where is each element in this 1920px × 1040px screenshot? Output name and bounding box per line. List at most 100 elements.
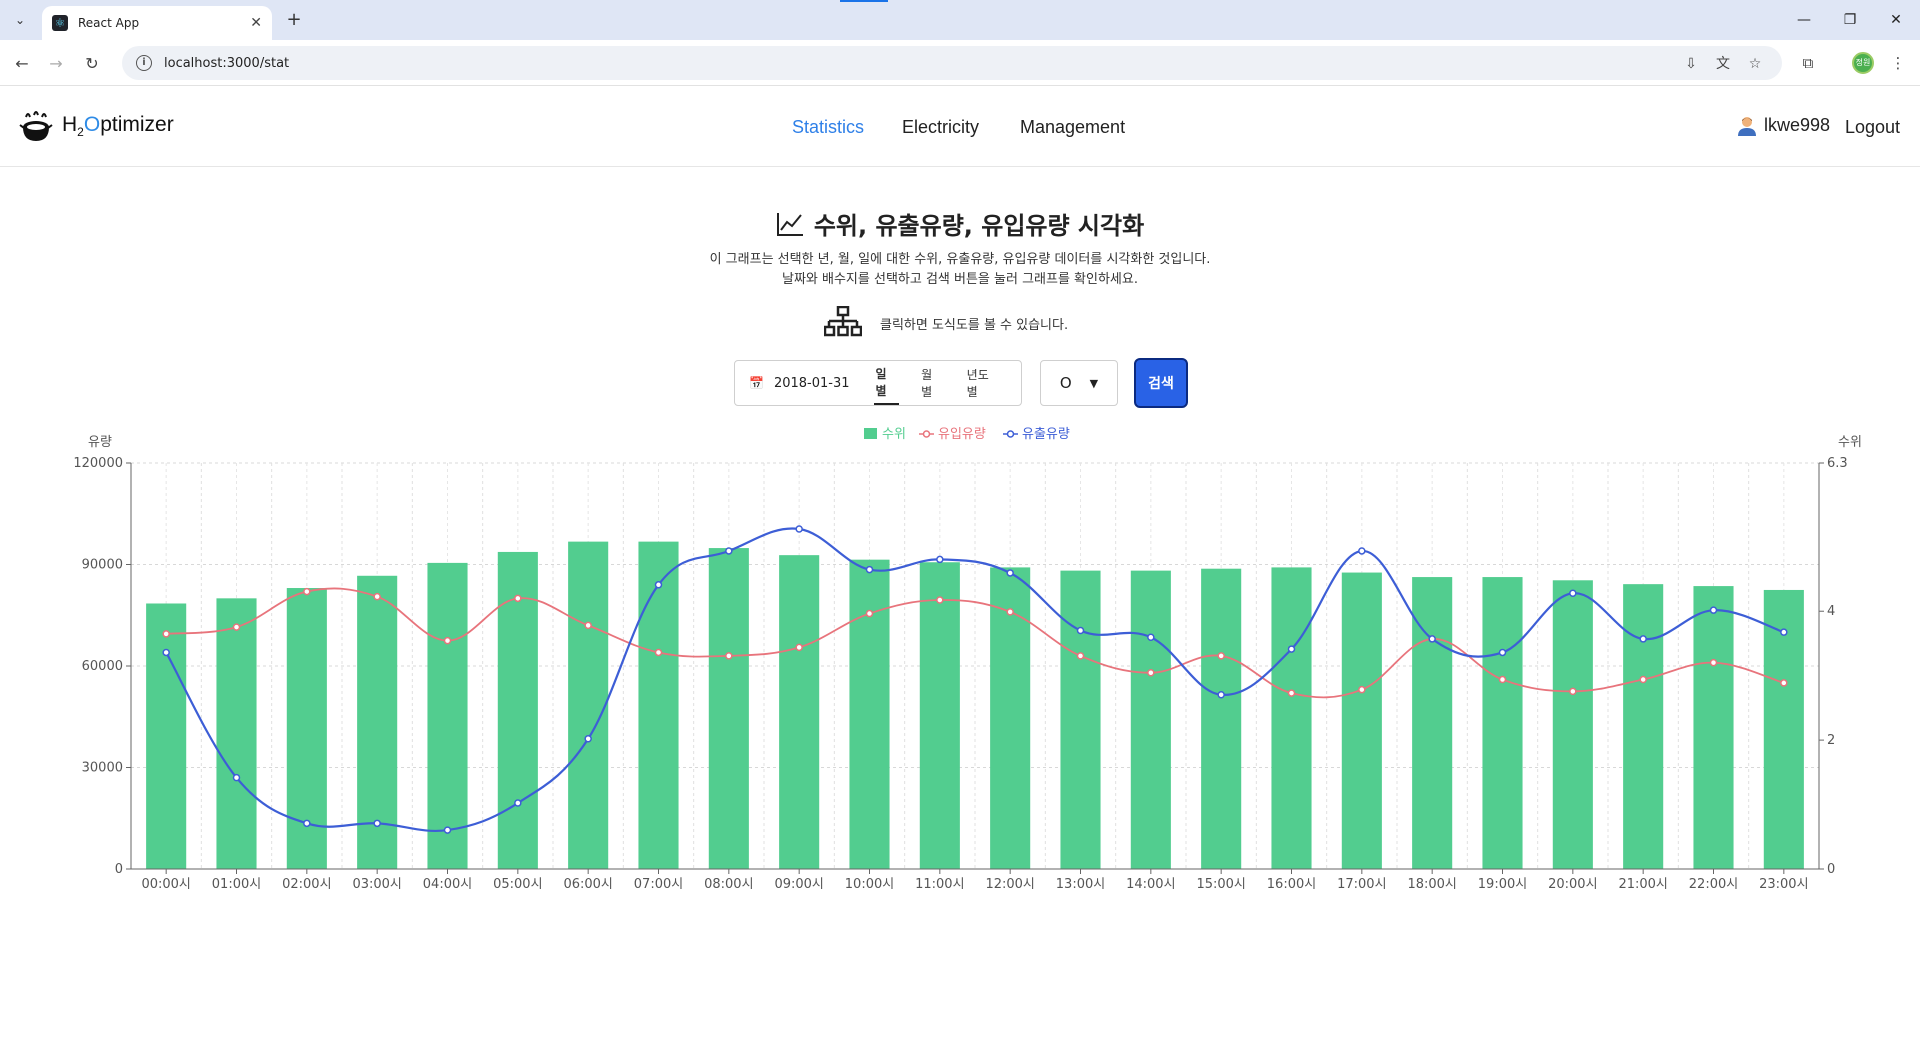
flow-level-chart: 0 30000 60000 90000 120000 0 2 4 6.3 00:00시 01:00시… (73, 427, 1862, 892)
level-bar (1060, 570, 1101, 869)
new-tab-icon[interactable]: + (282, 8, 306, 32)
minimize-icon[interactable]: — (1790, 8, 1818, 32)
forward-arrow-icon[interactable]: → (44, 52, 68, 76)
x-axis-tick-label: 07:00시 (634, 877, 683, 892)
browser-tab-strip: ⌄ ⚛ React App ✕ + — ❐ ✕ (0, 0, 1920, 40)
inflow-point (1076, 652, 1085, 660)
x-axis-tick-label: 09:00시 (774, 877, 823, 892)
level-bar (1201, 568, 1242, 869)
tab-title: React App (78, 16, 140, 30)
nav-management[interactable]: Management (1020, 117, 1125, 138)
reservoir-select[interactable]: O ▼ (1040, 360, 1118, 406)
address-bar[interactable]: i localhost:3000/stat ⇩ 文 ☆ (122, 46, 1782, 80)
outflow-point (443, 826, 452, 834)
inflow-point (1217, 652, 1225, 660)
x-axis-tick-label: 05:00시 (493, 877, 542, 892)
outflow-point (232, 773, 241, 782)
username: lkwe998 (1764, 115, 1831, 135)
legend-swatch-bar (864, 428, 877, 439)
inflow-point (514, 594, 522, 603)
nav-statistics[interactable]: Statistics (792, 117, 864, 138)
x-axis-tick-label: 06:00시 (563, 877, 612, 892)
inflow-point (373, 592, 381, 601)
date-value[interactable]: 2018-01-31 (774, 376, 874, 391)
date-picker[interactable]: 📅 2018-01-31 일별 월별 년도별 (734, 360, 1022, 406)
bookmark-star-icon[interactable]: ☆ (1746, 55, 1764, 73)
outflow-point (1569, 589, 1577, 598)
site-info-icon[interactable]: i (136, 55, 152, 71)
legend-swatch-point (1006, 430, 1015, 438)
calendar-icon: 📅 (749, 376, 764, 390)
x-axis-tick-label: 04:00시 (423, 877, 472, 892)
level-bar (919, 562, 960, 869)
inflow-point (725, 652, 733, 660)
line-chart-icon (776, 212, 803, 236)
extensions-icon[interactable]: ⧉ (1796, 51, 1820, 75)
inflow-point (1709, 658, 1718, 667)
left-axis-tick-label: 60000 (82, 659, 123, 674)
x-axis-tick-label: 17:00시 (1337, 877, 1386, 892)
chevron-down-icon: ▼ (1089, 376, 1099, 390)
sitemap-icon[interactable] (824, 306, 862, 340)
user-menu[interactable]: lkwe998 (1738, 115, 1830, 136)
page-title: 수위, 유출유량, 유입유량 시각화 (776, 206, 1144, 241)
level-bar (1482, 577, 1523, 869)
outflow-point (584, 734, 592, 743)
inflow-point (303, 587, 311, 596)
outflow-point (795, 525, 803, 533)
user-avatar-icon (1738, 116, 1756, 136)
outflow-point (1639, 635, 1647, 643)
inflow-point (232, 623, 241, 631)
inflow-point (443, 636, 452, 645)
outflow-point (654, 581, 663, 589)
app-header: H2Optimizer Statistics Electricity Manag… (0, 87, 1920, 167)
browser-menu-icon[interactable]: ⋮ (1886, 51, 1910, 75)
x-axis-tick-label: 00:00시 (141, 877, 190, 892)
diagram-link[interactable]: 클릭하면 도식도를 볼 수 있습니다. (824, 306, 1068, 340)
level-bar (708, 548, 749, 869)
level-bar (1341, 572, 1382, 869)
browser-tab[interactable]: ⚛ React App ✕ (42, 6, 272, 40)
inflow-point (1006, 608, 1014, 616)
restore-icon[interactable]: ❐ (1836, 8, 1864, 32)
window-close-icon[interactable]: ✕ (1882, 8, 1910, 32)
right-axis-tick-label: 4 (1827, 604, 1835, 619)
x-axis-tick-label: 01:00시 (212, 877, 261, 892)
x-axis-tick-label: 13:00시 (1056, 877, 1105, 892)
nav-electricity[interactable]: Electricity (902, 117, 979, 138)
profile-avatar[interactable]: 정원 (1852, 52, 1874, 74)
inflow-point (795, 643, 803, 652)
outflow-point (865, 565, 874, 574)
period-tab-daily[interactable]: 일별 (873, 361, 900, 405)
inflow-point (1569, 687, 1577, 696)
outflow-point (725, 547, 733, 555)
tab-search-chevron-icon[interactable]: ⌄ (8, 8, 32, 32)
outflow-point (1428, 635, 1436, 643)
chart-legend[interactable]: 수위 유입유량 유출유량 (864, 427, 1070, 442)
install-app-icon[interactable]: ⇩ (1682, 55, 1700, 73)
inflow-point (865, 609, 874, 618)
logout-link[interactable]: Logout (1845, 117, 1900, 138)
legend-label: 수위 (882, 427, 906, 442)
left-axis-tick-label: 90000 (82, 558, 123, 573)
level-bar (1693, 586, 1734, 869)
reservoir-select-value: O (1059, 374, 1072, 392)
back-arrow-icon[interactable]: ← (10, 52, 34, 76)
x-axis-tick-label: 02:00시 (282, 877, 331, 892)
url-text[interactable]: localhost:3000/stat (164, 56, 289, 71)
app-logo-text: H2Optimizer (62, 112, 174, 140)
level-bar (779, 555, 820, 869)
period-tab-monthly[interactable]: 월별 (919, 362, 945, 404)
reload-icon[interactable]: ↻ (80, 52, 104, 76)
app-logo[interactable]: H2Optimizer (18, 109, 174, 143)
level-bar (568, 541, 609, 869)
period-tab-yearly[interactable]: 년도별 (965, 362, 1001, 404)
level-bar (1130, 570, 1171, 869)
right-axis-tick-label: 6.3 (1827, 456, 1848, 471)
tab-close-icon[interactable]: ✕ (250, 15, 262, 31)
page-title-text: 수위, 유출유량, 유입유량 시각화 (813, 212, 1145, 240)
search-button[interactable]: 검색 (1134, 358, 1188, 408)
legend-label: 유출유량 (1022, 427, 1070, 442)
inflow-point (1287, 689, 1296, 697)
translate-icon[interactable]: 文 (1714, 55, 1732, 73)
